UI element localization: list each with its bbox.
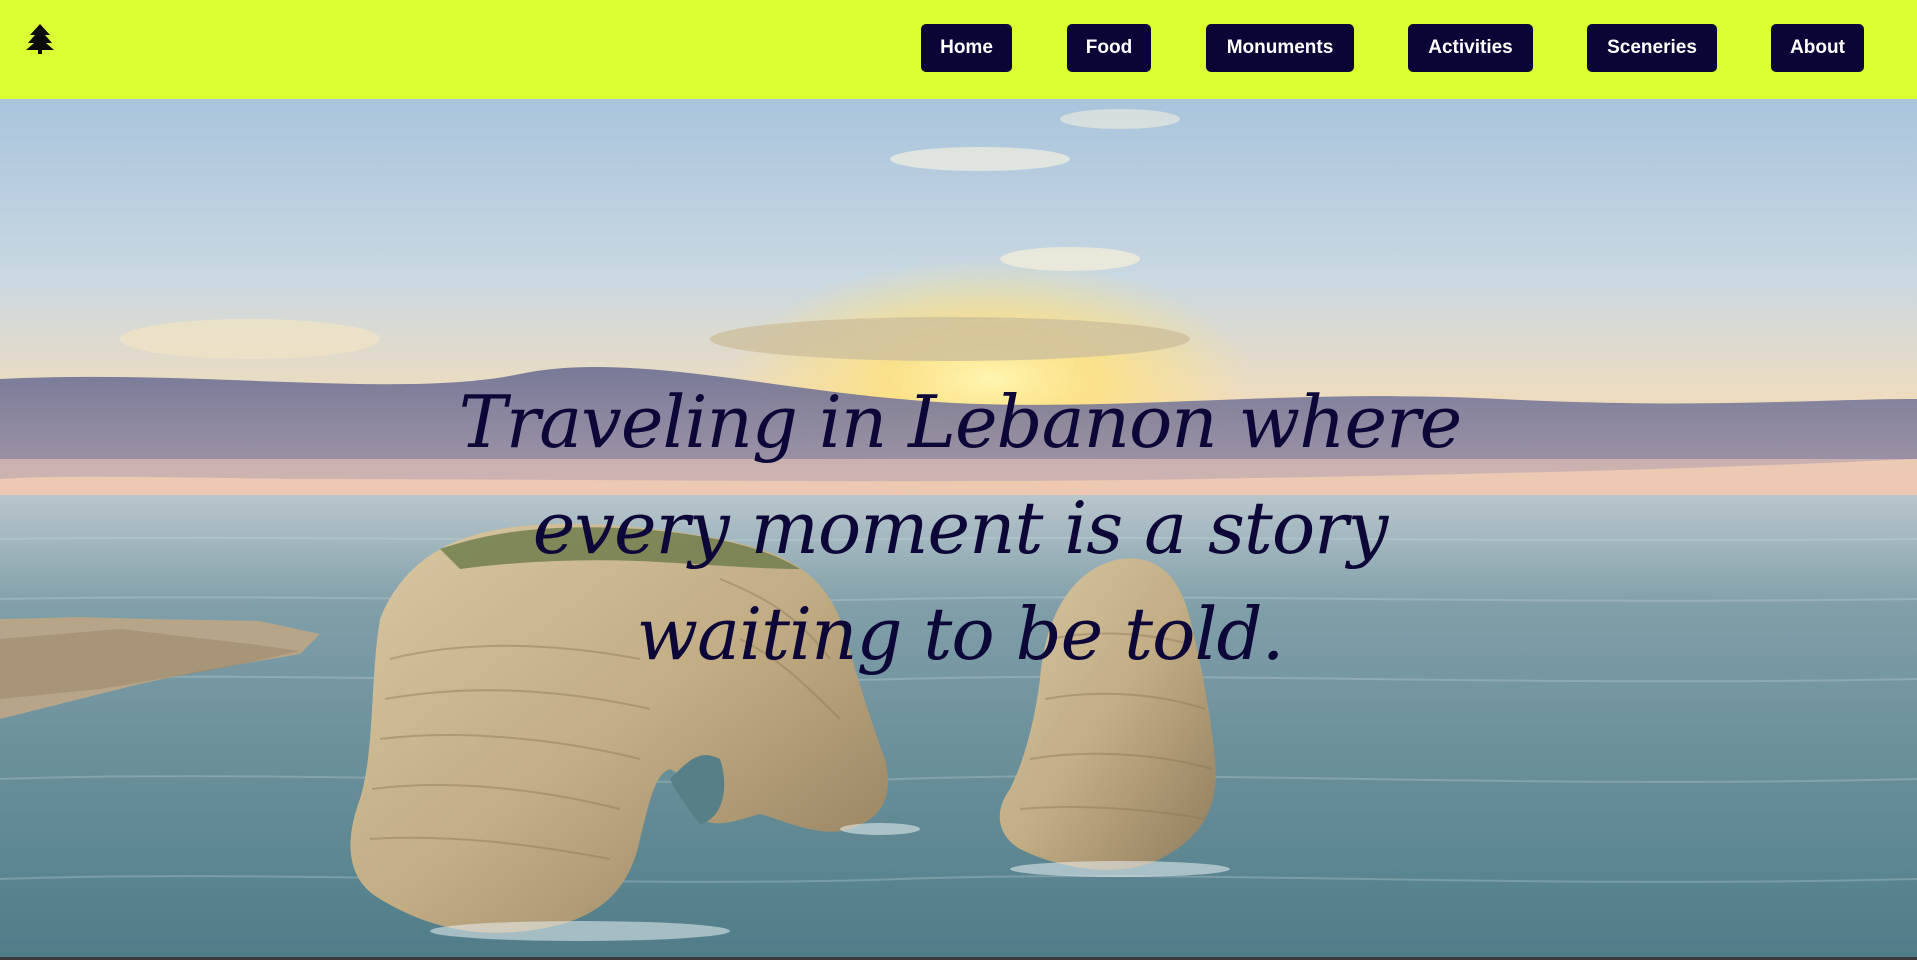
hero-section: Traveling in Lebanon where every moment … (0, 99, 1917, 957)
nav-sceneries-button[interactable]: Sceneries (1587, 24, 1717, 72)
navbar: Home Food Monuments Activities Sceneries… (0, 0, 1917, 99)
nav-food-button[interactable]: Food (1067, 24, 1151, 72)
nav-monuments-button[interactable]: Monuments (1206, 24, 1354, 72)
nav-activities-button[interactable]: Activities (1408, 24, 1533, 72)
hero-tagline: Traveling in Lebanon where every moment … (458, 380, 1462, 676)
tree-icon[interactable] (26, 24, 54, 54)
nav-home-button[interactable]: Home (921, 24, 1012, 72)
nav-about-button[interactable]: About (1771, 24, 1864, 72)
